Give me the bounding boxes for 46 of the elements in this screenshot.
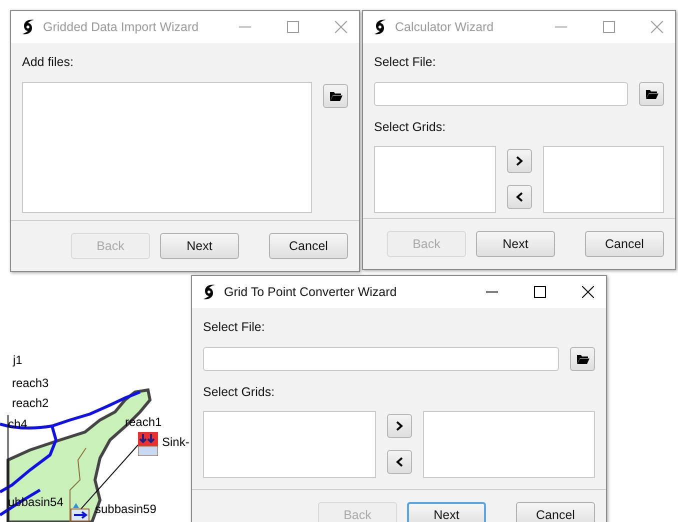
- selected-grids-list[interactable]: [542, 146, 664, 213]
- storm-logo-icon: [202, 284, 216, 300]
- field-label: Add files:: [22, 54, 74, 71]
- wizard-button[interactable]: Cancel: [516, 502, 595, 522]
- chevron-right-icon: [516, 156, 522, 166]
- wizard-button[interactable]: Next: [476, 231, 555, 257]
- window-title: Grid To Point Converter Wizard: [224, 285, 398, 299]
- folder-icon: [328, 90, 342, 102]
- file-input-field[interactable]: [374, 82, 628, 106]
- selected-grids-list[interactable]: [422, 411, 595, 478]
- storm-logo-icon: [21, 19, 35, 35]
- subbasin-icon: [70, 503, 90, 522]
- maximize-icon[interactable]: [534, 286, 546, 298]
- field-label: Select File:: [203, 319, 266, 336]
- field-label: Select Grids:: [203, 384, 276, 401]
- map-label: reach2: [12, 396, 49, 410]
- chevron-right-icon: [396, 421, 402, 431]
- file-list[interactable]: [22, 82, 312, 213]
- folder-icon: [644, 88, 658, 100]
- folder-icon: [576, 354, 590, 364]
- close-icon[interactable]: [582, 286, 594, 298]
- browse-button[interactable]: [323, 84, 348, 108]
- add-button[interactable]: [386, 414, 412, 438]
- window-title: Calculator Wizard: [395, 20, 495, 34]
- remove-button[interactable]: [506, 185, 532, 209]
- map-label: Sink-: [162, 435, 190, 449]
- browse-button[interactable]: [570, 347, 595, 371]
- wizard-button[interactable]: Cancel: [585, 231, 664, 257]
- file-input-field[interactable]: [203, 347, 559, 371]
- available-grids-list[interactable]: [374, 146, 496, 213]
- storm-logo-icon: [373, 19, 387, 35]
- add-button[interactable]: [506, 149, 532, 173]
- window-title: Gridded Data Import Wizard: [43, 20, 200, 34]
- chevron-left-icon: [396, 457, 402, 467]
- wizard-button[interactable]: Cancel: [269, 233, 348, 259]
- remove-button[interactable]: [386, 450, 412, 474]
- field-label: Select Grids:: [374, 119, 447, 136]
- map-label: reach3: [12, 376, 49, 390]
- wizard-button[interactable]: Next: [407, 502, 486, 522]
- field-label: Select File:: [374, 54, 437, 71]
- available-grids-list[interactable]: [203, 411, 376, 478]
- sink-icon: [138, 432, 158, 456]
- map-label: j1: [13, 353, 22, 367]
- wizard-button[interactable]: Next: [160, 233, 239, 259]
- browse-button[interactable]: [639, 82, 664, 106]
- chevron-left-icon: [516, 192, 522, 202]
